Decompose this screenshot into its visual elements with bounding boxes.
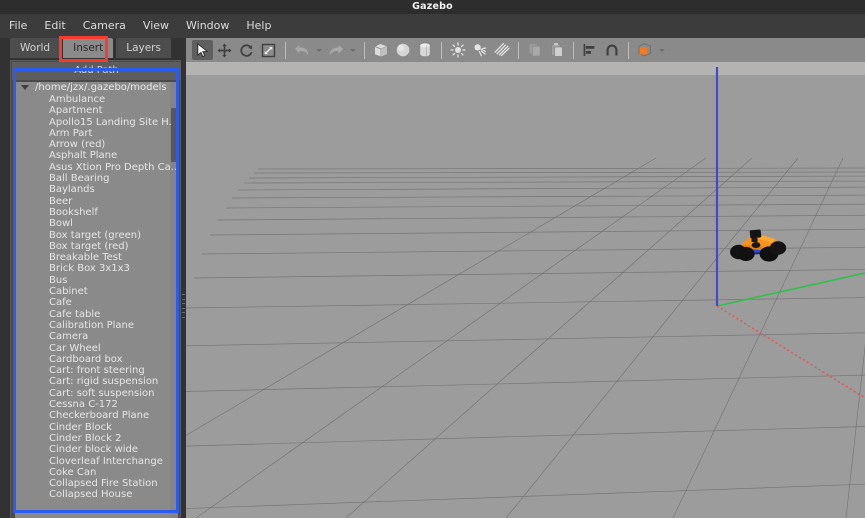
- menu-window[interactable]: Window: [186, 14, 238, 38]
- toolbar-separator: [441, 41, 442, 59]
- model-tree-root[interactable]: /home/jzx/.gazebo/models: [15, 82, 178, 94]
- toolbar-separator: [573, 41, 574, 59]
- list-item[interactable]: Cart: rigid suspension: [15, 376, 178, 387]
- list-item[interactable]: Brick Box 3x1x3: [15, 263, 178, 274]
- spot-light-icon[interactable]: [469, 40, 490, 60]
- list-item[interactable]: Cart: front steering: [15, 365, 178, 376]
- menu-edit[interactable]: Edit: [44, 14, 74, 38]
- toolbar-separator: [628, 41, 629, 59]
- window-titlebar: Gazebo: [0, 0, 865, 14]
- list-item[interactable]: Arrow (red): [15, 139, 178, 150]
- rotate-mode-icon[interactable]: [236, 40, 257, 60]
- change-view-dropdown-caret-icon[interactable]: [656, 40, 667, 60]
- menu-file[interactable]: File: [9, 14, 36, 38]
- grip-dot: [181, 316, 185, 318]
- model-list-scrollbar-thumb[interactable]: [171, 108, 177, 162]
- list-item[interactable]: Collapsed House: [15, 489, 178, 500]
- directional-light-icon[interactable]: [491, 40, 512, 60]
- list-item[interactable]: Car Wheel: [15, 343, 178, 354]
- list-item[interactable]: Cinder Block: [15, 422, 178, 433]
- list-item[interactable]: Cloverleaf Interchange: [15, 456, 178, 467]
- insert-box-icon[interactable]: [370, 40, 391, 60]
- snap-icon[interactable]: [601, 40, 622, 60]
- align-icon[interactable]: [579, 40, 600, 60]
- menu-camera[interactable]: Camera: [83, 14, 135, 38]
- model-tree-root-label: /home/jzx/.gazebo/models: [35, 82, 167, 93]
- undo-icon[interactable]: [291, 40, 312, 60]
- copy-icon[interactable]: [524, 40, 545, 60]
- list-item[interactable]: Box target (green): [15, 230, 178, 241]
- insert-sphere-icon[interactable]: [392, 40, 413, 60]
- chevron-down-icon[interactable]: [21, 85, 29, 90]
- list-item[interactable]: Bus: [15, 275, 178, 286]
- list-item[interactable]: Checkerboard Plane: [15, 410, 178, 421]
- list-item[interactable]: Asphalt Plane: [15, 150, 178, 161]
- list-item[interactable]: Calibration Plane: [15, 320, 178, 331]
- menu-help[interactable]: Help: [246, 14, 280, 38]
- grip-dot: [181, 307, 185, 309]
- list-item[interactable]: Breakable Test: [15, 252, 178, 263]
- list-item[interactable]: Cafe table: [15, 309, 178, 320]
- list-item[interactable]: Ambulance: [15, 94, 178, 105]
- grip-dot: [181, 294, 185, 295]
- list-item[interactable]: Apartment: [15, 105, 178, 116]
- scale-mode-icon[interactable]: [258, 40, 279, 60]
- list-item[interactable]: Box target (red): [15, 241, 178, 252]
- list-item[interactable]: Apollo15 Landing Site H...: [15, 117, 178, 128]
- add-path-button[interactable]: Add Path: [12, 62, 181, 80]
- list-item[interactable]: Arm Part: [15, 128, 178, 139]
- tab-layers[interactable]: Layers: [116, 38, 171, 58]
- insert-panel: Add Path /home/jzx/.gazebo/models Ambula…: [10, 60, 181, 518]
- list-item[interactable]: Asus Xtion Pro Depth Ca...: [15, 162, 178, 173]
- insert-cylinder-icon[interactable]: [414, 40, 435, 60]
- list-item[interactable]: Bowl: [15, 218, 178, 229]
- list-item[interactable]: Cafe: [15, 297, 178, 308]
- toolbar-separator: [518, 41, 519, 59]
- list-item[interactable]: Cart: soft suspension: [15, 388, 178, 399]
- scene-grid: [186, 67, 865, 518]
- redo-dropdown-caret-icon[interactable]: [347, 40, 358, 60]
- left-dock-tabbar: World Insert Layers: [0, 38, 186, 62]
- list-item[interactable]: Ball Bearing: [15, 173, 178, 184]
- dock-splitter-handle[interactable]: [181, 293, 185, 319]
- racecar-robot[interactable]: [728, 225, 788, 267]
- tab-insert[interactable]: Insert: [63, 38, 114, 58]
- translate-mode-icon[interactable]: [214, 40, 235, 60]
- list-item[interactable]: Bookshelf: [15, 207, 178, 218]
- render-viewport[interactable]: [186, 62, 865, 518]
- list-item[interactable]: Cabinet: [15, 286, 178, 297]
- list-item[interactable]: Cessna C-172: [15, 399, 178, 410]
- grip-dot: [181, 303, 185, 305]
- grip-dot: [181, 298, 185, 300]
- paste-icon[interactable]: [546, 40, 567, 60]
- list-item[interactable]: Camera: [15, 331, 178, 342]
- model-list-scrollbar[interactable]: [170, 82, 178, 518]
- render-toolbar: [186, 38, 865, 62]
- toolbar-separator: [285, 41, 286, 59]
- redo-icon[interactable]: [325, 40, 346, 60]
- window-title: Gazebo: [412, 1, 453, 12]
- menubar: File Edit Camera View Window Help: [0, 14, 865, 38]
- list-item[interactable]: Collapsed Fire Station: [15, 478, 178, 489]
- list-item[interactable]: Baylands: [15, 184, 178, 195]
- list-item[interactable]: Beer: [15, 196, 178, 207]
- gazebo-window: Gazebo File Edit Camera View Window Help…: [0, 0, 865, 518]
- left-dock-panel: World Insert Layers Add Path /home/jzx/.…: [0, 38, 186, 518]
- undo-dropdown-caret-icon[interactable]: [313, 40, 324, 60]
- toolbar-separator: [364, 41, 365, 59]
- model-list[interactable]: /home/jzx/.gazebo/models Ambulance Apart…: [15, 82, 178, 518]
- list-item[interactable]: Coke Can: [15, 467, 178, 478]
- list-item[interactable]: Cinder Block 2: [15, 433, 178, 444]
- grip-dot: [181, 312, 185, 314]
- point-light-icon[interactable]: [447, 40, 468, 60]
- list-item[interactable]: Cinder block wide: [15, 444, 178, 455]
- list-item[interactable]: Cardboard box: [15, 354, 178, 365]
- change-view-icon[interactable]: [634, 40, 655, 60]
- tab-world[interactable]: World: [10, 38, 61, 58]
- menu-view[interactable]: View: [143, 14, 178, 38]
- select-mode-icon[interactable]: [192, 40, 213, 60]
